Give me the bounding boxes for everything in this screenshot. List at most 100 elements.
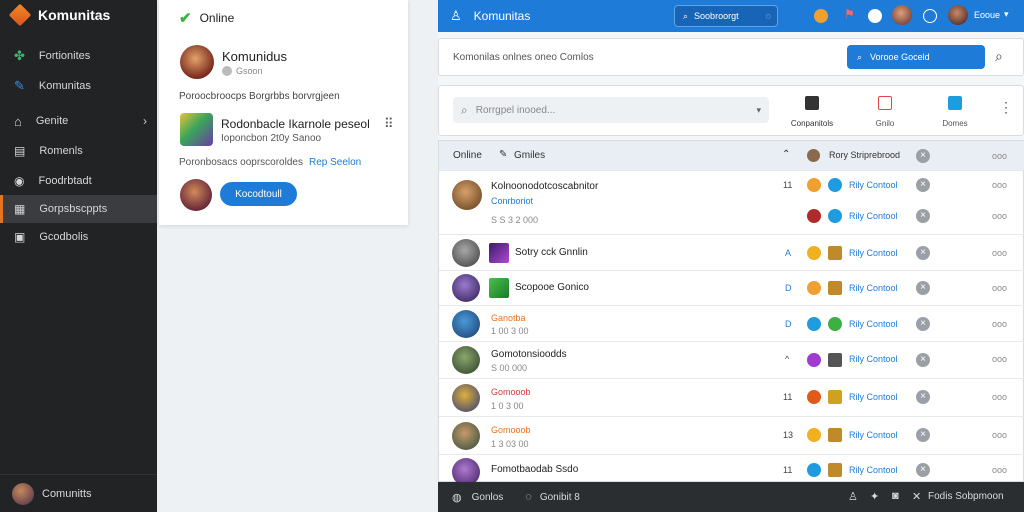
row-action[interactable]: Rily Contool xyxy=(849,283,898,293)
row-count: 11 xyxy=(783,392,793,402)
sidebar: Komunitas ✤ Fortionites ✎ Komunitas ⌂ Ge… xyxy=(0,0,157,512)
filter-button[interactable]: ⌕ Vorooe Goceld xyxy=(847,45,985,69)
row-time: ooo xyxy=(992,180,1008,190)
sidebar-item-label: Genite xyxy=(35,115,69,127)
row-meta: S S 3 2 000 xyxy=(491,215,539,225)
bolt-icon[interactable]: ✦ xyxy=(870,490,879,503)
close-icon[interactable]: × xyxy=(916,463,930,477)
bottom-right-label[interactable]: Fodis Sobpmoon xyxy=(928,491,1004,502)
user-menu[interactable]: Eooue xyxy=(974,10,1000,20)
sidebar-brand[interactable]: Komunitas xyxy=(8,3,110,27)
row-count: 11 xyxy=(783,465,793,475)
row-name: Kolnoonodotcoscabnitor xyxy=(491,181,599,192)
close-icon[interactable]: × xyxy=(916,281,930,295)
row-action[interactable]: Rily Contool xyxy=(849,180,898,190)
meta-link[interactable]: Rep Seelon xyxy=(309,157,361,168)
close-icon[interactable]: × xyxy=(916,317,930,331)
sidebar-item-gcodbolis[interactable]: ▣ Gcodbolis xyxy=(0,223,157,251)
row-name: Ganotba xyxy=(491,313,526,323)
profile-sub-label: Gsoon xyxy=(236,66,263,76)
tab-companies[interactable]: Conpanitols xyxy=(787,96,837,128)
avatar[interactable] xyxy=(948,5,968,25)
sidebar-item-genite[interactable]: ⌂ Genite › xyxy=(0,107,157,135)
game-icon xyxy=(828,463,842,477)
kebab-menu-icon[interactable]: ⠿ xyxy=(384,116,394,132)
close-icon[interactable]: ✕ xyxy=(912,490,921,503)
avatar[interactable] xyxy=(892,5,912,25)
list-item[interactable]: Sotry cck Gnnlin A Rily Contool × ooo xyxy=(439,235,1024,271)
chat-icon[interactable]: ◙ xyxy=(892,490,899,502)
game-thumbnail[interactable] xyxy=(180,113,213,146)
chat-icon[interactable]: ◌ xyxy=(525,491,532,503)
row-action[interactable]: Rily Contool xyxy=(849,211,898,221)
chevron-up-icon[interactable]: ⌃ xyxy=(782,149,790,160)
image-icon xyxy=(878,96,892,110)
game-icon xyxy=(828,281,842,295)
action-button[interactable]: Kocodtoull xyxy=(220,182,297,206)
game-icon xyxy=(807,353,821,367)
row-count: D xyxy=(785,283,792,293)
search-icon: ⌕ xyxy=(857,51,863,62)
row-action[interactable]: Rily Contool xyxy=(849,248,898,258)
settings-icon[interactable] xyxy=(868,9,882,23)
notification-icon[interactable] xyxy=(814,9,828,23)
game-thumbnail xyxy=(489,278,509,298)
search-placeholder: Rorrgpel inooed... xyxy=(475,104,556,116)
list-item[interactable]: Gomooob 1 0 3 00 11 Rily Contool × ooo xyxy=(439,379,1024,417)
sidebar-footer[interactable]: Comunitts xyxy=(0,474,157,512)
meta-row: Poronbosacs ooprscoroldes Rep Seelon xyxy=(179,157,361,168)
row-action[interactable]: Rily Contool xyxy=(849,354,898,364)
search-input[interactable]: ⌕ Rorrgpel inooed... ▾ xyxy=(453,97,769,123)
help-icon[interactable] xyxy=(923,9,937,23)
tab-games[interactable]: Gnilo xyxy=(861,96,909,128)
avatar[interactable] xyxy=(180,179,212,211)
kebab-menu-icon[interactable]: ⋮ xyxy=(999,99,1013,116)
sidebar-item-komunitas[interactable]: ✎ Komunitas xyxy=(0,72,157,100)
list-item[interactable]: Scopooe Gonico D Rily Contool × ooo xyxy=(439,271,1024,306)
pen-icon: ✎ xyxy=(14,78,25,93)
header-online[interactable]: Online xyxy=(453,150,482,161)
home-icon: ⌂ xyxy=(14,113,22,129)
list-item[interactable]: Gomooob 1 3 03 00 13 Rily Contool × ooo xyxy=(439,417,1024,455)
close-icon[interactable]: × xyxy=(916,149,930,163)
close-icon[interactable]: × xyxy=(916,209,930,223)
header-games[interactable]: Gmiles xyxy=(514,150,545,161)
shield-icon xyxy=(807,463,821,477)
close-icon[interactable]: × xyxy=(916,353,930,367)
row-action[interactable]: Rily Contool xyxy=(849,319,898,329)
close-icon[interactable]: × xyxy=(916,428,930,442)
row-action[interactable]: Rily Contool xyxy=(849,392,898,402)
row-count: 13 xyxy=(783,430,794,440)
filter-bar: Komonilas onlnes oneo Comlos ⌕ Vorooe Go… xyxy=(438,38,1024,76)
sidebar-item-label: Gcodbolis xyxy=(39,231,89,243)
list-item[interactable]: Ganotba 1 00 3 00 D Rily Contool × ooo xyxy=(439,306,1024,342)
list-item[interactable]: Gomotonsioodds S 00 000 ^ Rily Contool ×… xyxy=(439,342,1024,379)
bottom-link[interactable]: Gonibit 8 xyxy=(540,492,580,503)
sidebar-item-favorites[interactable]: ✤ Fortionites xyxy=(0,42,157,70)
flag-icon[interactable]: ⚑ xyxy=(844,7,855,21)
close-icon[interactable]: × xyxy=(916,246,930,260)
close-icon[interactable]: × xyxy=(916,178,930,192)
item-title[interactable]: Rodonbacle Ikarnole peseol xyxy=(221,117,370,131)
top-search[interactable]: ⌕ Soobroorgt ◌ xyxy=(674,5,778,27)
row-action[interactable]: Rily Contool xyxy=(849,430,898,440)
sidebar-item-gorpsbscppts[interactable]: ▦ Gorpsbscppts xyxy=(0,195,157,223)
row-name: Scopooe Gonico xyxy=(515,282,589,293)
row-action[interactable]: Rily Contool xyxy=(849,465,898,475)
close-icon[interactable]: × xyxy=(916,390,930,404)
search-icon[interactable]: ⌕ xyxy=(995,48,1003,65)
sidebar-item-romenls[interactable]: ▤ Romenls xyxy=(0,137,157,165)
sidebar-item-foodrbtadt[interactable]: ◉ Foodrbtadt xyxy=(0,167,157,195)
refresh-icon: ◌ xyxy=(765,11,771,21)
list-item[interactable]: Kolnoonodotcoscabnitor Conrboriot S S 3 … xyxy=(439,171,1024,235)
avatar[interactable] xyxy=(180,45,214,79)
list-item[interactable]: Fomotbaodab Ssdo 11 Rily Contool × ooo xyxy=(439,455,1024,486)
user-icon[interactable]: ♙ xyxy=(450,8,462,24)
bottom-link[interactable]: Gonlos xyxy=(472,492,504,503)
globe-icon[interactable]: ◍ xyxy=(452,491,462,504)
tab-domes[interactable]: Domes xyxy=(931,96,979,128)
avatar xyxy=(452,180,482,210)
user-icon[interactable]: ♙ xyxy=(848,490,858,503)
avatar xyxy=(807,149,820,162)
meta-text: Poronbosacs ooprscoroldes xyxy=(179,157,303,168)
